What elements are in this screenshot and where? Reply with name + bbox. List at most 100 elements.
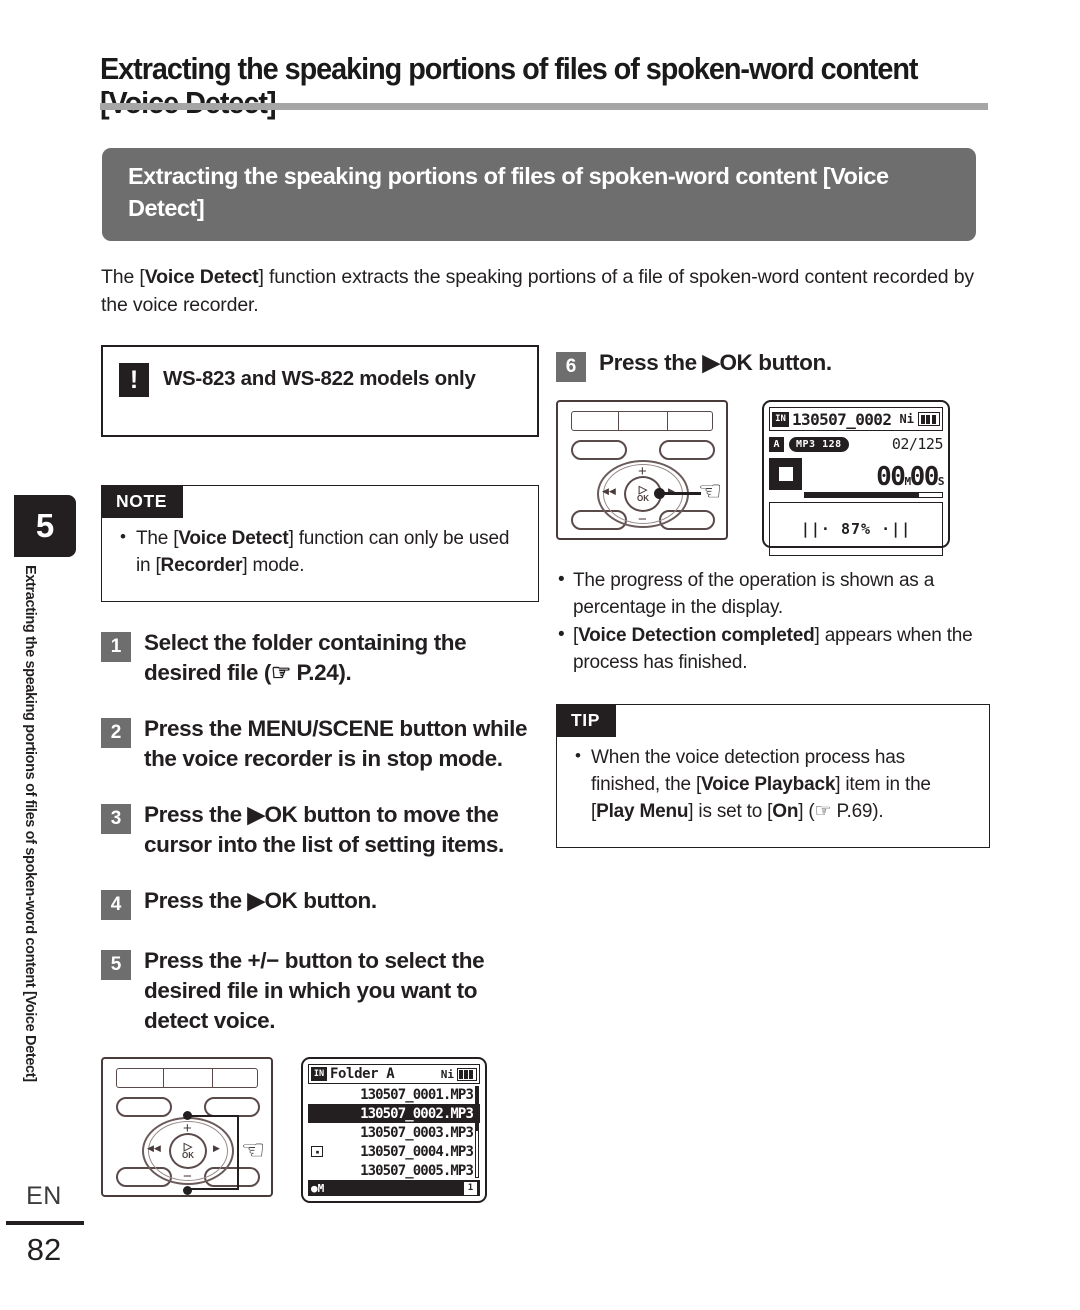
chapter-number-badge: 5	[14, 495, 76, 557]
battery-icon	[457, 1067, 477, 1081]
progress-note-text: The progress of the operation is shown a…	[573, 570, 935, 618]
page-title: Extracting the speaking portions of file…	[100, 52, 918, 120]
device-rewind-icon: ◀◀	[602, 486, 616, 496]
battery-icon	[918, 412, 940, 426]
lcd6-battery-type: Ni	[899, 412, 914, 426]
lcd-screen-file-list: IN Folder A Ni 130507_0001.MP3 130507_00…	[301, 1057, 487, 1204]
stop-icon	[769, 458, 802, 490]
note-tag: NOTE	[102, 486, 184, 518]
progress-notes: The progress of the operation is shown a…	[556, 567, 990, 676]
intro-paragraph: The [Voice Detect] function extracts the…	[101, 263, 991, 320]
note-text-3: ] mode.	[242, 554, 305, 576]
lcd5-file-row-selected: 130507_0002.MP3	[308, 1104, 480, 1124]
device-button-top-left	[116, 1097, 172, 1118]
caution-box: ! WS-823 and WS-822 models only	[101, 345, 539, 437]
lcd5-file-row: 130507_0005.MP3	[308, 1161, 480, 1180]
tip-bold-1: Voice Playback	[701, 773, 836, 795]
tip-text-3: ] is set to [	[688, 800, 773, 822]
intro-bold-1: Voice Detect	[144, 266, 259, 288]
lcd6-seconds-unit: S	[937, 475, 945, 488]
note-text-1: The [	[136, 528, 179, 549]
lcd6-progress-panel: ||· 87% ·||	[769, 502, 943, 556]
device-minus-label: −	[638, 511, 647, 528]
lcd5-file-name: 130507_0001.MP3	[360, 1086, 474, 1103]
lcd6-file-count: 02/125	[891, 435, 944, 453]
lcd5-file-name: 130507_0003.MP3	[360, 1124, 474, 1141]
tip-body: When the voice detection process has fin…	[557, 737, 989, 847]
lcd6-info-row: A MP3 128 02/125	[769, 435, 944, 453]
note-box: NOTE The [Voice Detect] function can onl…	[101, 485, 539, 603]
lcd6-codec-badge: MP3 128	[789, 436, 849, 452]
progress-note-bold: Voice Detection completed	[578, 625, 815, 647]
step-3-number: 3	[101, 803, 131, 834]
device-rewind-icon: ◀◀	[147, 1143, 161, 1154]
lcd5-file-name: 130507_0004.MP3	[360, 1143, 474, 1160]
microphone-icon: ●	[311, 1181, 318, 1195]
step-1-number: 1	[101, 632, 131, 663]
left-column: ! WS-823 and WS-822 models only NOTE The…	[101, 345, 539, 1204]
lcd6-time: 00M00S	[876, 462, 945, 492]
step-2: 2 Press the MENU/SCENE button while the …	[101, 714, 539, 774]
device-callout-line	[661, 492, 701, 495]
step-3: 3 Press the ▶OK button to move the curso…	[101, 800, 539, 860]
device-ok-label: OK	[637, 494, 649, 503]
step-6-illustration: + − ◀◀ ▶ ▷ OK ☜ IN 130507_0002 Ni A MP3 …	[556, 400, 990, 556]
lcd6-time-row: 00M00S	[769, 456, 945, 492]
section-header: Extracting the speaking portions of file…	[102, 148, 976, 241]
tip-tag: TIP	[557, 705, 617, 738]
pointing-hand-icon: ☜	[698, 476, 723, 506]
step-5-illustration: + − ◀◀ ▶ ▷ OK ☜ IN Folder A Ni 130507_00…	[101, 1057, 539, 1204]
step-4-text: Press the ▶OK button.	[144, 887, 377, 913]
device-callout-bracket	[187, 1115, 239, 1191]
page-number: 82	[26, 1232, 62, 1267]
lock-mark-icon: ▪	[311, 1146, 323, 1158]
lcd5-folder-name: Folder A	[330, 1066, 395, 1083]
device-illustration-step6: + − ◀◀ ▶ ▷ OK ☜	[556, 400, 728, 540]
step-4: 4 Press the ▶OK button.	[101, 886, 539, 920]
device-display-area	[571, 411, 713, 431]
lcd6-minutes: 00	[876, 462, 906, 492]
page-number-rule	[6, 1221, 84, 1225]
lcd5-file-row: 130507_0003.MP3	[308, 1123, 480, 1142]
sidebar-vertical-title: Extracting the speaking portions of file…	[22, 565, 38, 1082]
step-5: 5 Press the +/− button to select the des…	[101, 946, 539, 1036]
tip-item: When the voice detection process has fin…	[575, 744, 973, 825]
intro-text-1: The [	[101, 266, 145, 288]
sidebar: 5 Extracting the speaking portions of fi…	[0, 0, 88, 1310]
device-illustration-step5: + − ◀◀ ▶ ▷ OK ☜	[101, 1057, 273, 1198]
right-column: 6 Press the ▶OK button. + − ◀◀ ▶ ▷ OK ☜	[556, 348, 990, 849]
tip-bold-2: Play Menu	[596, 800, 689, 822]
lcd5-in-icon: IN	[311, 1067, 327, 1082]
lcd6-progress-bar	[804, 492, 943, 498]
step-1-text: Select the folder containing the desired…	[144, 630, 467, 686]
device-display-area	[116, 1068, 258, 1089]
lcd6-in-icon: IN	[772, 411, 789, 427]
step-4-number: 4	[101, 889, 131, 920]
lcd5-footer-badge: 1	[464, 1181, 477, 1195]
lcd5-footer-left: M	[317, 1181, 325, 1195]
device-button-top-right	[659, 440, 715, 460]
lcd5-file-name: 130507_0005.MP3	[360, 1162, 474, 1179]
lcd6-a-icon: A	[769, 436, 784, 452]
exclamation-icon: !	[119, 363, 149, 397]
lcd6-header: IN 130507_0002 Ni	[769, 407, 943, 431]
lcd5-file-name: 130507_0002.MP3	[360, 1105, 474, 1122]
caution-text: WS-823 and WS-822 models only	[163, 367, 476, 390]
step-2-text: Press the MENU/SCENE button while the vo…	[144, 716, 528, 771]
lcd6-seconds: 00	[909, 462, 940, 492]
step-5-number: 5	[101, 949, 131, 980]
note-item: The [Voice Detect] function can only be …	[120, 525, 522, 579]
progress-note-item: The progress of the operation is shown a…	[556, 567, 990, 621]
step-6: 6 Press the ▶OK button.	[556, 348, 990, 382]
lcd5-file-row: 130507_0001.MP3	[308, 1085, 480, 1104]
lcd5-file-list: 130507_0001.MP3 130507_0002.MP3 130507_0…	[308, 1084, 480, 1180]
note-body: The [Voice Detect] function can only be …	[102, 518, 538, 601]
lcd6-filename: 130507_0002	[792, 409, 892, 429]
lcd5-scrollbar	[475, 1086, 479, 1179]
lcd5-file-row: ▪ 130507_0004.MP3	[308, 1142, 480, 1161]
lcd5-header: IN Folder A Ni	[308, 1064, 480, 1085]
device-button-top-right	[204, 1097, 260, 1118]
step-5-text: Press the +/− button to select the desir…	[144, 947, 485, 1033]
title-divider	[100, 103, 988, 110]
lcd5-footer: ● M 1	[308, 1180, 480, 1197]
